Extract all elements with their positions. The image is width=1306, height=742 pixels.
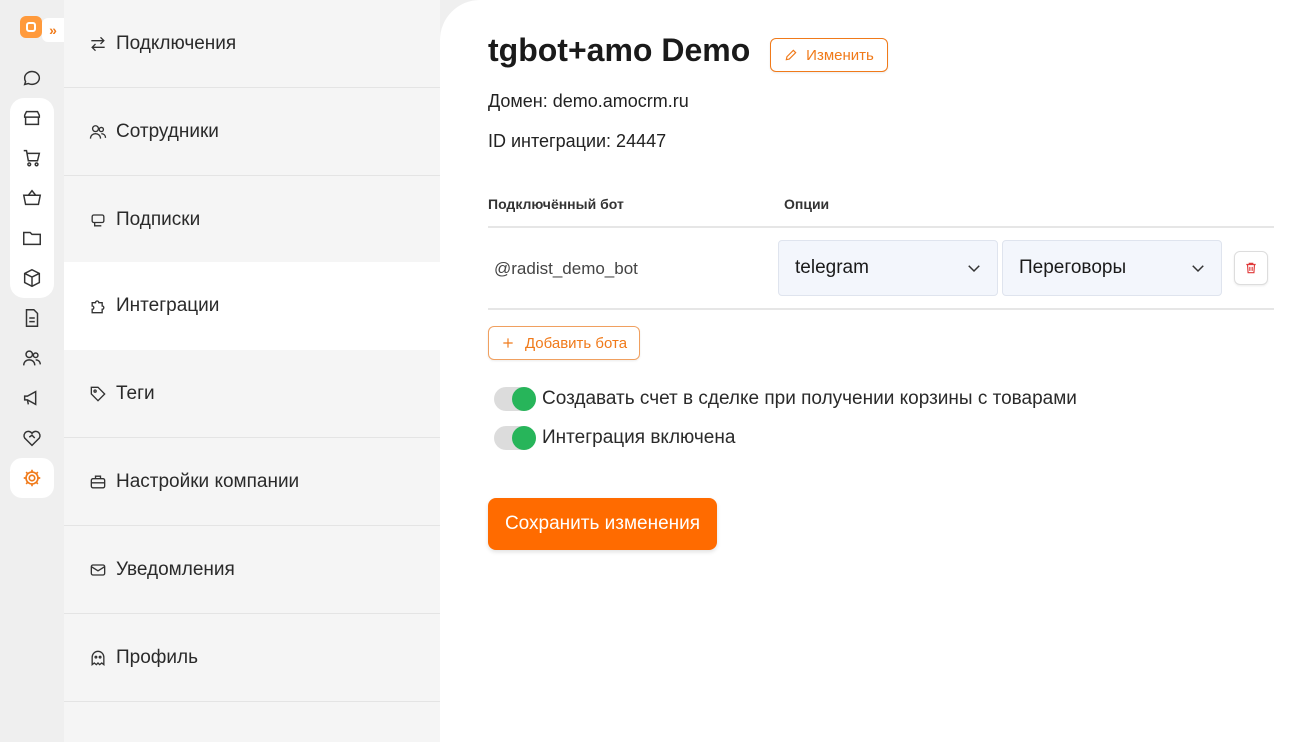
arrows-swap-icon [91,36,105,51]
channel-select-value: telegram [795,257,869,278]
channel-select[interactable]: telegram [778,240,998,296]
toggle-integration-enabled[interactable]: Интеграция включена [494,426,735,450]
page-title: tgbot+amo Demo [488,32,751,68]
toggle-create-invoice[interactable]: Создавать счет в сделке при получении ко… [494,387,1077,411]
toggle-switch[interactable] [494,387,536,411]
icon-rail: » [0,0,64,742]
toggle-label: Создавать счет в сделке при получении ко… [542,388,1077,409]
menu-item-integrations[interactable]: Интеграции [64,262,464,350]
pipeline-select-value: Переговоры [1019,257,1127,278]
gear-icon[interactable] [10,458,54,498]
users-icon [89,124,107,139]
menu-item-label: Интеграции [116,295,220,316]
store-icon[interactable] [10,98,54,138]
menu-item-connections[interactable]: Подключения [64,0,440,88]
delete-bot-button[interactable] [1234,251,1268,285]
trash-icon [1246,262,1256,274]
ghost-icon [91,650,105,666]
add-bot-label: Добавить бота [524,334,628,352]
chevron-down-icon [968,265,980,273]
pencil-icon [785,49,797,61]
toggle-label: Интеграция включена [542,427,736,448]
save-button[interactable]: Сохранить изменения [488,498,717,550]
table-divider [488,308,1274,310]
document-icon[interactable] [10,298,54,338]
double-chevron-right-icon[interactable]: » [42,18,64,42]
domain-text: Домен: demo.amocrm.ru [488,91,689,111]
puzzle-icon [91,300,105,314]
basket-icon[interactable] [10,178,54,218]
integration-panel: tgbot+amo Demo Изменить Домен: demo.amoc… [440,0,1306,742]
folder-icon[interactable] [10,218,54,258]
menu-item-subscriptions[interactable]: Подписки [64,176,440,264]
integration-id-text: ID интеграции: 24447 [488,131,667,151]
cart-icon[interactable] [10,138,54,178]
table-divider [488,226,1274,228]
menu-item-label: Уведомления [116,558,235,580]
menu-item-employees[interactable]: Сотрудники [64,88,440,176]
add-bot-button[interactable]: Добавить бота [488,326,640,360]
plus-icon [503,338,513,348]
menu-item-label: Сотрудники [116,120,219,142]
menu-item-label: Подключения [116,32,237,54]
tag-icon [90,386,106,402]
app-logo[interactable] [20,16,42,38]
menu-item-company-settings[interactable]: Настройки компании [64,438,440,526]
chat-icon[interactable] [10,58,54,98]
menu-item-label: Теги [116,382,155,404]
column-header-options: Опции [784,196,830,212]
pipeline-select[interactable]: Переговоры [1002,240,1222,296]
edit-button[interactable]: Изменить [770,38,888,72]
menu-item-notifications[interactable]: Уведомления [64,526,440,614]
edit-button-label: Изменить [806,46,874,64]
cards-icon [91,213,105,226]
toggle-switch[interactable] [494,426,536,450]
handshake-icon[interactable] [10,418,54,458]
megaphone-icon[interactable] [10,378,54,418]
menu-item-label: Профиль [116,646,199,668]
menu-item-label: Подписки [116,208,201,230]
menu-item-profile[interactable]: Профиль [64,614,440,702]
briefcase-icon [90,475,106,488]
chevron-down-icon [1192,265,1204,273]
menu-item-tags[interactable]: Теги [64,350,440,438]
mail-icon [90,563,106,576]
column-header-bot: Подключённый бот [488,196,624,212]
menu-item-label: Настройки компании [116,470,300,492]
bot-username: @radist_demo_bot [494,259,638,278]
users-icon[interactable] [10,338,54,378]
box-icon[interactable] [10,258,54,298]
settings-menu: Подключения Сотрудники Подписки Интеграц… [64,0,464,742]
